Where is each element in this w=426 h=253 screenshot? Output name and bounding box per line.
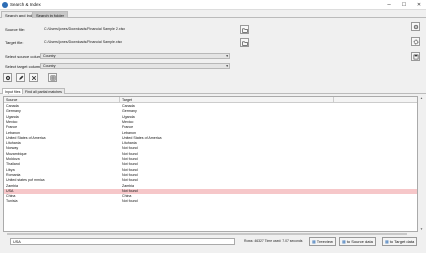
to-target-label: to Target data	[389, 239, 415, 244]
browse-target-button[interactable]	[240, 38, 249, 47]
chevron-down-icon: ▾	[226, 54, 228, 58]
folder-icon	[241, 28, 248, 33]
target-file-label: Target file:	[5, 40, 24, 45]
search-input[interactable]: USA	[10, 238, 235, 245]
tab-input-files[interactable]: Input files	[2, 88, 24, 94]
vertical-scrollbar[interactable]: ▲ ▼	[419, 96, 424, 232]
tab-find-partial-matches[interactable]: Find all partial matches	[22, 88, 65, 94]
tab-search-in-folder[interactable]: Search in folder	[32, 11, 69, 18]
treeview-icon: ▦	[312, 239, 316, 244]
scroll-down-icon[interactable]: ▼	[419, 227, 424, 232]
column-header-extra[interactable]	[334, 97, 417, 103]
settings-button[interactable]	[411, 37, 420, 46]
pencil-icon	[18, 75, 23, 80]
gear-button[interactable]	[411, 22, 420, 31]
edit-button[interactable]	[16, 73, 25, 82]
table-icon: ▦	[385, 239, 389, 244]
minimize-button[interactable]: –	[384, 1, 394, 9]
treeview-button[interactable]: ▦Treeview	[309, 237, 336, 246]
save-icon	[413, 54, 418, 59]
close-button[interactable]: ✕	[414, 1, 424, 9]
to-source-data-button[interactable]: ▦to Source data	[339, 237, 376, 246]
tools-button[interactable]	[29, 73, 38, 82]
table-header: Source Target	[4, 97, 417, 103]
target-file-path: C:/Users/jones/Downloads/Financial Sampl…	[44, 40, 123, 44]
source-file-path: C:/Users/jones/Downloads/Financial Sampl…	[44, 27, 126, 31]
column-header-target[interactable]: Target	[120, 97, 334, 103]
results-table: Source Target Canada Canada Germany Germany…	[3, 96, 418, 232]
treeview-label: Treeview	[316, 239, 333, 244]
chevron-down-icon: ▾	[226, 64, 228, 68]
to-source-label: to Source data	[346, 239, 373, 244]
export-button[interactable]	[48, 73, 57, 82]
to-target-data-button[interactable]: ▦to Target data	[382, 237, 418, 246]
browse-source-button[interactable]	[240, 25, 249, 34]
save-button[interactable]	[411, 52, 420, 61]
horizontal-scrollbar[interactable]	[3, 232, 418, 236]
horizontal-scroll-thumb[interactable]	[7, 233, 407, 235]
cell-source: Tunisia	[6, 199, 18, 204]
target-columns-select[interactable]: Country ▾	[40, 63, 230, 69]
index-icon	[5, 75, 10, 80]
app-icon	[2, 2, 8, 8]
window-title: Search & Index	[10, 2, 41, 7]
cog-icon	[413, 39, 418, 44]
maximize-button[interactable]: ☐	[399, 1, 409, 9]
folder-open-icon	[241, 41, 248, 46]
source-columns-select[interactable]: Country ▾	[40, 53, 230, 59]
main-tabs: Search and Index Search in folder	[0, 10, 426, 18]
result-tabs: Input files Find all partial matches	[0, 88, 426, 94]
source-columns-value: Country	[43, 54, 56, 58]
column-header-source[interactable]: Source	[4, 97, 120, 103]
gear-icon	[413, 24, 418, 29]
table-icon: ▦	[342, 239, 346, 244]
title-bar: Search & Index – ☐ ✕	[0, 0, 426, 10]
index-button[interactable]	[3, 73, 12, 82]
target-columns-label: Select target column:	[5, 64, 43, 69]
cell-target: Not found	[122, 199, 138, 204]
table-row[interactable]: Tunisia Not found	[4, 199, 417, 204]
target-columns-value: Country	[43, 64, 56, 68]
tools-icon	[31, 75, 36, 80]
source-file-label: Source file:	[5, 27, 26, 32]
status-text: Rows: 46327 Time used: 7.07 seconds	[244, 239, 303, 243]
spreadsheet-icon	[50, 75, 55, 80]
scroll-up-icon[interactable]: ▲	[419, 96, 424, 101]
